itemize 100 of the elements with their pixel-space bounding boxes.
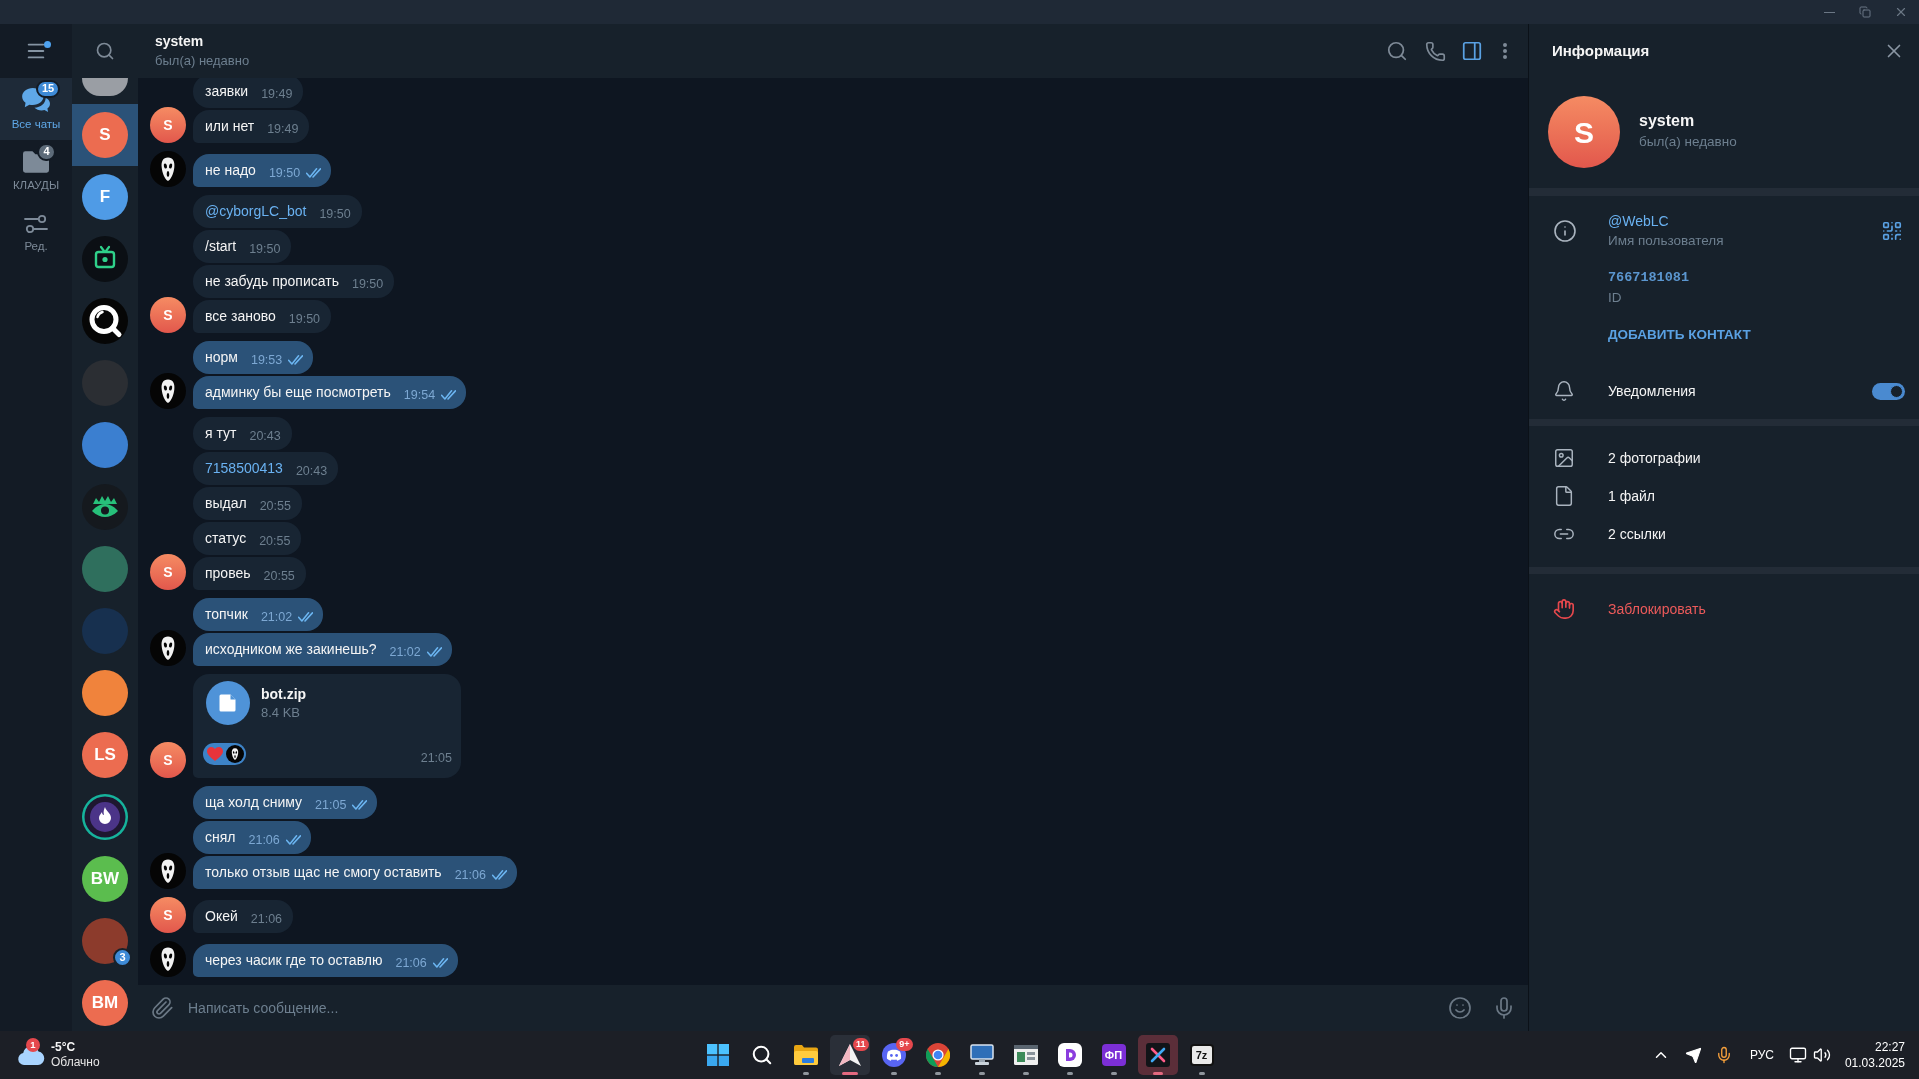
- minimize-icon: [1823, 11, 1835, 13]
- add-contact-button[interactable]: ДОБАВИТЬ КОНТАКТ: [1608, 325, 1751, 345]
- eye-avatar-icon: [82, 484, 128, 530]
- folder-tab[interactable]: 15 Все чаты: [0, 78, 72, 140]
- bell-icon: [1553, 380, 1575, 402]
- image-icon: [1553, 447, 1575, 469]
- attach-button[interactable]: [150, 996, 174, 1020]
- message-link[interactable]: @cyborgLC_bot: [205, 201, 307, 221]
- sliders-icon: [24, 213, 48, 234]
- network-button[interactable]: [1788, 1046, 1807, 1064]
- chat-list-item[interactable]: BM: [72, 972, 138, 1031]
- emoji-button[interactable]: [1448, 996, 1472, 1020]
- message-time: 19:53: [250, 352, 283, 368]
- message-text: ща холд сниму: [205, 793, 303, 812]
- language-indicator[interactable]: РУС: [1749, 1046, 1774, 1064]
- qr-code-button[interactable]: [1881, 220, 1903, 242]
- user-id: 7667181081: [1608, 269, 1689, 287]
- chat-list-item[interactable]: 3: [72, 910, 138, 972]
- ghost-avatar-icon: [150, 373, 186, 409]
- call-button[interactable]: [1425, 40, 1446, 62]
- message-text: не забудь прописать: [205, 272, 339, 291]
- message-time: 21:06: [454, 867, 486, 883]
- volume-button[interactable]: [1812, 1046, 1831, 1064]
- message-time: 21:05: [420, 750, 452, 766]
- taskbar-app[interactable]: 7z: [1181, 1035, 1222, 1075]
- hand-icon: [1553, 598, 1575, 620]
- profile-name: system: [1639, 111, 1696, 131]
- browser-logo-icon: [925, 1043, 950, 1067]
- emoji-icon: [1448, 996, 1472, 1020]
- message-time: 20:55: [259, 498, 291, 514]
- reaction-chip[interactable]: [203, 743, 246, 765]
- message-input-field[interactable]: Написать сообщение...: [138, 985, 1528, 1031]
- folder-tab[interactable]: 4 КЛАУДЫ: [0, 140, 72, 202]
- ghost-avatar-icon: [150, 941, 186, 977]
- message-text: статус: [205, 529, 247, 548]
- message-input[interactable]: Написать сообщение...: [188, 991, 1436, 1025]
- message-time: 21:06: [395, 955, 427, 971]
- tray-app-button[interactable]: [1684, 1046, 1702, 1064]
- user-avatar: F: [82, 174, 128, 220]
- close-icon: [1894, 5, 1908, 19]
- message-time: 19:50: [319, 206, 351, 222]
- tv-avatar-icon: [82, 236, 128, 282]
- search-button[interactable]: [1386, 40, 1408, 62]
- temperature-text: -5°C: [51, 1040, 76, 1055]
- app-tile: ФП: [1101, 1044, 1126, 1066]
- message-time: 19:49: [261, 86, 293, 102]
- notifications-label: Уведомления: [1608, 381, 1697, 401]
- weather-widget[interactable]: 1 -5°C Облачно: [17, 1040, 100, 1070]
- message-time: 19:49: [267, 121, 299, 137]
- chat-list-item[interactable]: LS: [72, 724, 138, 786]
- notifications-toggle[interactable]: [1872, 382, 1905, 400]
- message-link[interactable]: 7158500413: [205, 458, 283, 478]
- user-id-caption: ID: [1608, 289, 1622, 307]
- notification-count-badge: 11: [853, 1038, 869, 1051]
- folder-tab[interactable]: Ред.: [0, 202, 72, 264]
- heart-icon: [207, 747, 223, 761]
- profile-status: был(а) недавно: [1639, 133, 1737, 151]
- message-time: 21:02: [389, 644, 421, 660]
- message-text: исходником же закинешь?: [205, 640, 377, 659]
- windows-logo-icon: [706, 1044, 729, 1066]
- file-size: 8.4 KB: [261, 704, 302, 722]
- message-time: 20:43: [295, 463, 328, 479]
- shared-media-item[interactable]: 2 ссылки: [1529, 515, 1919, 553]
- message-time: 19:54: [403, 387, 436, 403]
- taskbar-app[interactable]: [1137, 1035, 1178, 1075]
- shared-media-item[interactable]: 2 фотографии: [1529, 439, 1919, 477]
- message-text: я тут: [205, 424, 237, 443]
- magnifier-avatar-icon: [82, 298, 128, 344]
- clock[interactable]: 22:27 01.03.2025: [1844, 1039, 1905, 1071]
- user-avatar: S: [150, 297, 186, 333]
- user-avatar: S: [150, 742, 186, 778]
- user-avatar: BW: [82, 856, 128, 902]
- ghost-avatar-icon: [150, 853, 186, 889]
- app-tile: 7z: [1189, 1044, 1214, 1066]
- unread-count-badge: 15: [36, 79, 61, 98]
- speaker-icon: [1812, 1046, 1831, 1064]
- user-avatar: S: [150, 554, 186, 590]
- block-user-button[interactable]: Заблокировать: [1529, 590, 1706, 628]
- user-avatar: S: [150, 107, 186, 143]
- taskbar-app[interactable]: ФП: [1093, 1035, 1134, 1075]
- username-link[interactable]: @WebLC: [1608, 211, 1669, 231]
- message-text: провеь: [205, 564, 251, 583]
- cross-logo-app-icon: [1145, 1043, 1170, 1067]
- file-icon[interactable]: [206, 681, 250, 725]
- alert-count-badge: 1: [26, 1038, 40, 1052]
- message-text: все заново: [205, 307, 276, 326]
- info-icon: [1553, 219, 1577, 243]
- qr-code-icon: [1881, 220, 1903, 242]
- info-panel-toggle[interactable]: [1461, 40, 1483, 62]
- chat-list-item[interactable]: S: [72, 104, 138, 166]
- monitor-icon: [1788, 1046, 1807, 1064]
- shared-media-item[interactable]: 1 файл: [1529, 477, 1919, 515]
- taskbar-app[interactable]: 9+: [873, 1035, 914, 1075]
- message-time: 20:55: [259, 533, 291, 549]
- taskbar-app[interactable]: 11: [829, 1035, 870, 1075]
- ghost-avatar-icon: [150, 151, 186, 187]
- message-text: /start: [205, 237, 237, 256]
- message-text: норм: [205, 348, 238, 367]
- ghost-avatar-icon: [150, 630, 186, 666]
- unread-count-badge: 4: [37, 142, 56, 161]
